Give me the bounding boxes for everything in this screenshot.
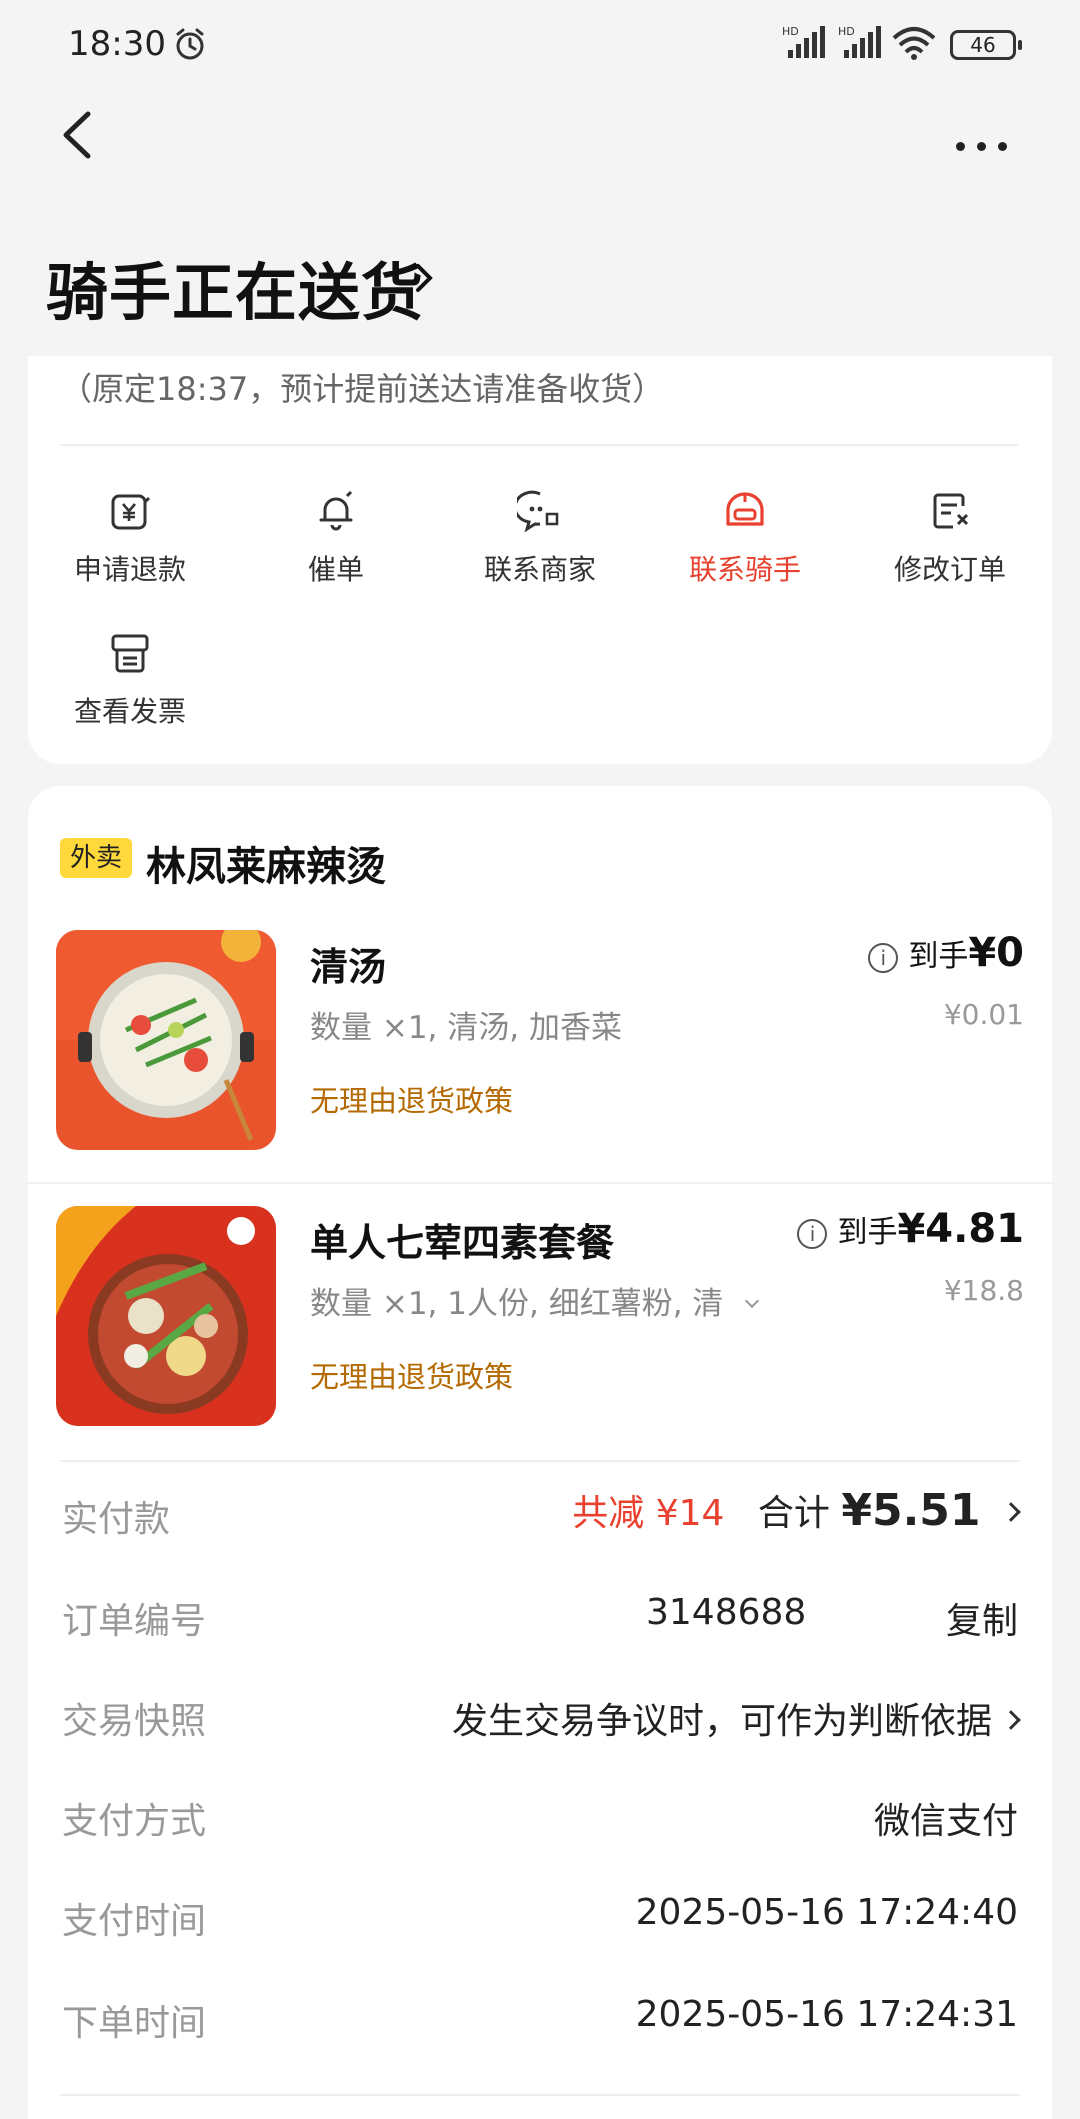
paid-label: 实付款 — [62, 1499, 171, 1540]
delivery-note: （原定18:37，预计提前送达请准备收货） — [60, 370, 665, 408]
rider-helmet-icon — [726, 492, 764, 526]
chevron-right-icon[interactable] — [1001, 1502, 1021, 1522]
order-number: 3148688 — [646, 1592, 807, 1633]
more-options-icon[interactable] — [956, 136, 1019, 155]
back-arrow-icon[interactable] — [56, 110, 100, 160]
action-label: 修改订单 — [893, 553, 1006, 586]
delivery-tag: 外卖 — [60, 838, 132, 878]
action-label: 催单 — [307, 553, 364, 586]
product-name[interactable]: 单人七荤四素套餐 — [310, 1212, 614, 1267]
action-label: 联系商家 — [483, 553, 596, 586]
chevron-right-icon[interactable] — [1001, 1710, 1021, 1730]
invoice-icon — [111, 634, 149, 673]
svg-text:HD: HD — [782, 25, 799, 38]
signal-icon: HD — [782, 24, 828, 64]
refund-button[interactable]: 申请退款 — [50, 488, 210, 588]
product-meta: 数量 ×1, 清汤, 加香菜 — [310, 1010, 622, 1046]
return-policy[interactable]: 无理由退货政策 — [310, 1354, 513, 1396]
urge-order-button[interactable]: 催单 — [256, 488, 416, 588]
chevron-right-icon[interactable] — [412, 256, 438, 300]
svg-text:HD: HD — [838, 25, 855, 38]
order-number-label: 订单编号 — [62, 1601, 207, 1642]
transaction-snapshot[interactable]: 发生交易争议时，可作为判断依据 — [452, 1692, 1021, 1744]
payment-method: 微信支付 — [873, 1801, 1018, 1842]
payment-method-label: 支付方式 — [62, 1801, 207, 1842]
info-icon[interactable]: i — [797, 1218, 828, 1249]
original-price: ¥0.01 — [943, 998, 1024, 1031]
product-price[interactable]: i 到手¥4.81 — [797, 1206, 1024, 1252]
chevron-down-icon[interactable] — [745, 1293, 760, 1309]
info-icon[interactable]: i — [868, 942, 899, 973]
divider — [28, 1182, 1052, 1184]
contact-rider-button[interactable]: 联系骑手 — [665, 488, 825, 588]
action-label: 联系骑手 — [688, 553, 801, 586]
chat-icon — [517, 490, 559, 533]
order-time: 2025-05-16 17:24:31 — [635, 1994, 1018, 2035]
page-title[interactable]: 骑手正在送货 — [46, 242, 424, 332]
original-price: ¥18.8 — [943, 1274, 1024, 1307]
refund-icon — [111, 494, 151, 530]
battery-icon: 46 — [950, 30, 1022, 60]
product-image-soup[interactable] — [56, 930, 276, 1150]
view-invoice-button[interactable]: 查看发票 — [50, 630, 210, 730]
status-time: 18:30 — [68, 24, 166, 64]
order-time-label: 下单时间 — [62, 2003, 207, 2044]
payment-time-label: 支付时间 — [62, 1901, 207, 1942]
total-amount: ¥5.51 — [841, 1485, 981, 1536]
action-label: 申请退款 — [73, 553, 186, 586]
bell-icon — [319, 490, 353, 531]
divider — [60, 1460, 1020, 1462]
return-policy[interactable]: 无理由退货政策 — [310, 1078, 513, 1120]
product-name[interactable]: 清汤 — [310, 936, 386, 991]
product-price[interactable]: i 到手¥0 — [868, 930, 1024, 976]
divider — [60, 2094, 1020, 2096]
edit-order-icon — [933, 493, 969, 529]
discount-amount: 共减 ¥14 — [572, 1493, 725, 1534]
action-label: 查看发票 — [73, 695, 186, 728]
divider — [60, 444, 1018, 446]
alarm-icon — [176, 28, 204, 60]
modify-order-button[interactable]: 修改订单 — [870, 488, 1030, 588]
paid-total[interactable]: 共减 ¥14 合计 ¥5.51 — [572, 1484, 1021, 1536]
wifi-icon — [892, 27, 936, 60]
payment-time: 2025-05-16 17:24:40 — [635, 1892, 1018, 1933]
snapshot-label: 交易快照 — [62, 1701, 207, 1742]
signal-icon-2: HD — [838, 24, 884, 64]
product-meta[interactable]: 数量 ×1, 1人份, 细红薯粉, 清 — [310, 1278, 760, 1323]
copy-button[interactable]: 复制 — [946, 1592, 1018, 1644]
store-name[interactable]: 林凤莱麻辣烫 — [146, 834, 386, 892]
product-image-combo[interactable] — [56, 1206, 276, 1426]
contact-merchant-button[interactable]: 联系商家 — [460, 488, 620, 588]
